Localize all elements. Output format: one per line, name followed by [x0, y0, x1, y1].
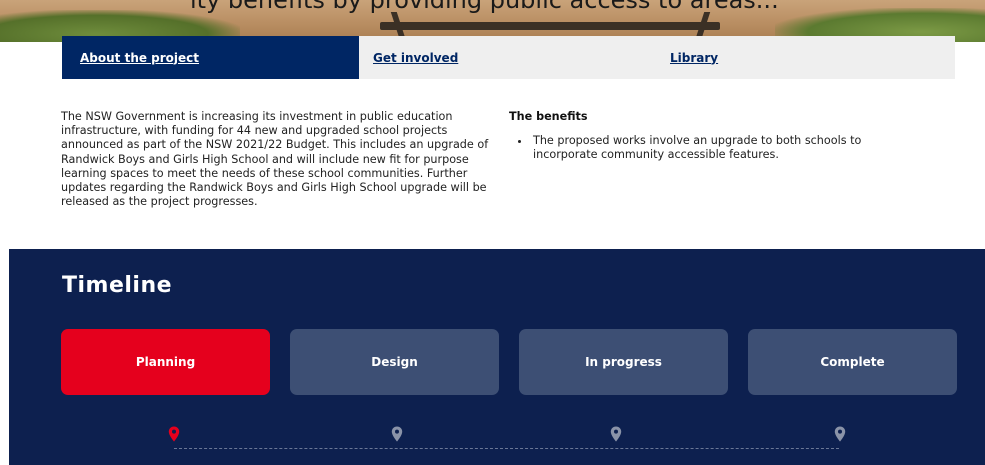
timeline-stage-complete[interactable]: Complete: [748, 329, 957, 395]
benefits-list: The proposed works involve an upgrade to…: [509, 134, 929, 162]
map-pin-icon: [391, 426, 403, 442]
benefits-title: The benefits: [509, 110, 588, 123]
tab-library[interactable]: Library: [656, 36, 955, 79]
tab-about-the-project[interactable]: About the project: [62, 36, 359, 79]
tab-get-involved[interactable]: Get involved: [359, 36, 656, 79]
timeline-title: Timeline: [62, 273, 173, 298]
intro-paragraph: The NSW Government is increasing its inv…: [61, 110, 489, 209]
timeline-stage-planning[interactable]: Planning: [61, 329, 270, 395]
benefits-list-item: The proposed works involve an upgrade to…: [531, 134, 929, 162]
map-pin-icon: [610, 426, 622, 442]
map-pin-icon: [834, 426, 846, 442]
map-pin-icon: [168, 426, 180, 442]
timeline-track: [174, 448, 839, 449]
hero-bench: [380, 22, 720, 30]
benefits-section: The benefits The proposed works involve …: [509, 110, 929, 163]
timeline-stage-in-progress[interactable]: In progress: [519, 329, 728, 395]
timeline-stage-design[interactable]: Design: [290, 329, 499, 395]
timeline-section: Timeline Planning Design In progress Com…: [9, 249, 985, 465]
project-tabs: About the project Get involved Library: [62, 36, 955, 79]
hero-caption: ity benefits by providing public access …: [190, 0, 779, 14]
